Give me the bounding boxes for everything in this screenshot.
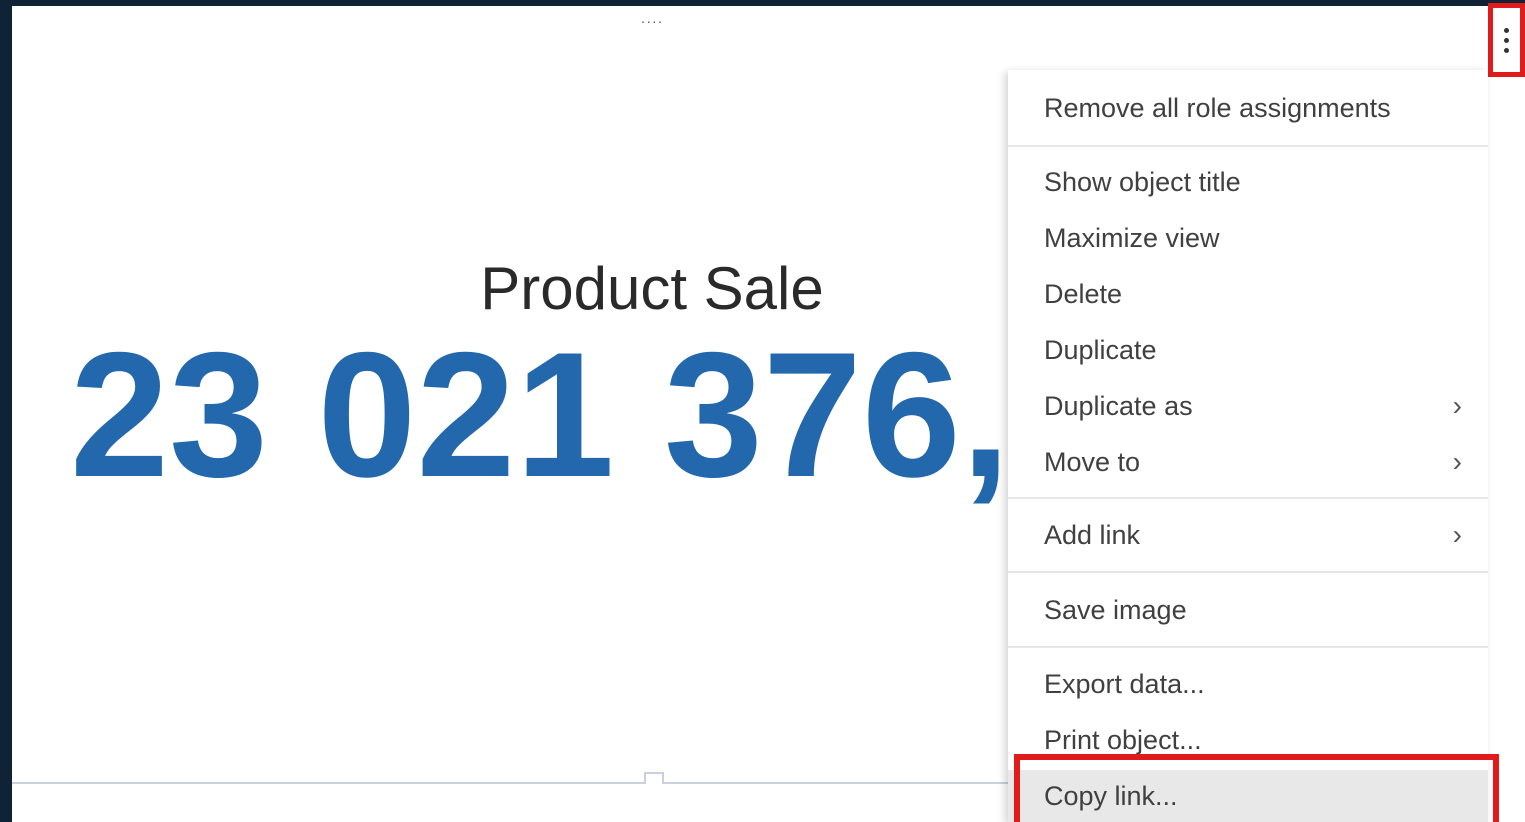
menu-item-label: Copy link... (1044, 781, 1178, 811)
chevron-right-icon: › (1452, 390, 1462, 421)
kebab-vertical-icon (1504, 27, 1509, 53)
menu-divider (1008, 571, 1488, 573)
menu-divider (1008, 646, 1488, 648)
menu-item-copy-link[interactable]: Copy link... (1008, 770, 1488, 822)
menu-item-add-link[interactable]: Add link › (1008, 509, 1488, 561)
menu-item-label: Print object... (1044, 725, 1202, 755)
menu-item-label: Save image (1044, 595, 1187, 625)
menu-item-label: Move to (1044, 447, 1141, 477)
chevron-right-icon: › (1452, 446, 1462, 477)
menu-divider (1008, 145, 1488, 147)
menu-item-label: Export data... (1044, 669, 1205, 699)
menu-item-remove-role-assignments[interactable]: Remove all role assignments (1008, 82, 1488, 134)
context-menu: Remove all role assignments Show object … (1008, 70, 1488, 822)
menu-item-show-object-title[interactable]: Show object title (1008, 156, 1488, 208)
menu-item-duplicate-as[interactable]: Duplicate as › (1008, 380, 1488, 432)
menu-item-label: Duplicate as (1044, 391, 1193, 421)
menu-item-maximize-view[interactable]: Maximize view (1008, 212, 1488, 264)
menu-item-delete[interactable]: Delete (1008, 268, 1488, 320)
menu-item-label: Duplicate (1044, 335, 1157, 365)
menu-item-label: Show object title (1044, 167, 1241, 197)
kpi-value: 23 021 376, (70, 315, 1011, 514)
app-frame: ···· Product Sale 23 021 376, Remove all… (0, 0, 1525, 822)
object-bottom-border (12, 782, 1012, 784)
menu-item-print-object[interactable]: Print object... (1008, 714, 1488, 766)
menu-item-save-image[interactable]: Save image (1008, 584, 1488, 636)
menu-divider (1008, 497, 1488, 499)
menu-item-duplicate[interactable]: Duplicate (1008, 324, 1488, 376)
menu-item-move-to[interactable]: Move to › (1008, 436, 1488, 488)
menu-item-export-data[interactable]: Export data... (1008, 658, 1488, 710)
resize-handle[interactable] (644, 772, 664, 784)
menu-item-label: Remove all role assignments (1044, 93, 1391, 123)
drag-handle-icon[interactable]: ···· (636, 14, 668, 28)
chevron-right-icon: › (1452, 519, 1462, 550)
menu-item-label: Add link (1044, 520, 1141, 550)
menu-item-label: Maximize view (1044, 223, 1220, 253)
menu-item-label: Delete (1044, 279, 1123, 309)
more-options-button[interactable] (1488, 3, 1525, 77)
